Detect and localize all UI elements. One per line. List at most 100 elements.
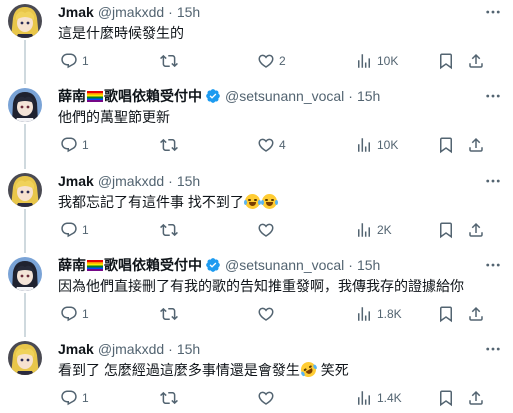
tweet-text: 看到了 怎麼經過這麼多事情還是會發生 笑死 [58,359,498,380]
reply-count: 1 [82,54,89,68]
like-button[interactable]: 4 [257,135,286,155]
timestamp[interactable]: 15h [357,255,380,275]
reply-icon [60,136,78,154]
action-bar: 1 4 10K [50,135,513,155]
tweet[interactable]: Jmak @jmakxdd · 15h 看到了 怎麼經過這麼多事情還是會發生 笑死 1 1.… [0,339,513,413]
avatar[interactable] [8,173,42,207]
reply-count: 1 [82,307,89,321]
like-icon [257,221,275,239]
reply-button[interactable]: 1 [60,51,89,71]
author-name: Jmak [58,173,94,189]
rainbow-flag-emoji [87,90,103,102]
author-name: Jmak [58,4,94,20]
share-button[interactable] [467,304,485,324]
share-icon [467,305,485,323]
share-icon [467,136,485,154]
like-icon [257,52,275,70]
timestamp[interactable]: 15h [177,339,200,359]
views-button[interactable]: 2K [355,220,392,240]
retweet-icon [160,221,178,239]
share-button[interactable] [467,388,485,408]
action-bar: 1 1.8K [50,304,513,324]
views-icon [355,305,373,323]
separator-dot: · [168,341,173,357]
retweet-icon [160,52,178,70]
bookmark-icon [437,52,455,70]
share-icon [467,52,485,70]
reply-icon [60,221,78,239]
reply-count: 1 [82,223,89,237]
views-button[interactable]: 1.8K [355,304,402,324]
share-button[interactable] [467,135,485,155]
avatar[interactable] [8,88,42,122]
share-button[interactable] [467,220,485,240]
views-button[interactable]: 10K [355,135,398,155]
reply-button[interactable]: 1 [60,135,89,155]
like-button[interactable] [257,304,275,324]
views-button[interactable]: 10K [355,51,398,71]
tweet-text: 他們的萬聖節更新 [58,108,498,127]
retweet-button[interactable] [160,304,178,324]
tweet-text-body: 他們的萬聖節更新 [58,109,170,125]
more-icon[interactable] [483,255,503,275]
bookmark-button[interactable] [437,388,455,408]
tweet-header: Jmak @jmakxdd · 15h [58,2,200,22]
reply-icon [60,305,78,323]
more-icon[interactable] [483,2,503,22]
retweet-button[interactable] [160,51,178,71]
views-count: 10K [377,54,399,68]
reply-button[interactable]: 1 [60,388,89,408]
avatar[interactable] [8,341,42,375]
verified-icon [205,88,221,104]
more-icon[interactable] [483,86,503,106]
retweet-button[interactable] [160,220,178,240]
views-icon [355,221,373,239]
bookmark-button[interactable] [437,304,455,324]
tweet-text-body: 這是什麼時候發生的 [58,25,184,41]
views-count: 2K [377,223,392,237]
more-icon[interactable] [483,339,503,359]
timestamp[interactable]: 15h [177,2,200,22]
like-button[interactable]: 2 [257,51,286,71]
reply-icon [60,52,78,70]
bookmark-icon [437,305,455,323]
author-handle: @setsunann_vocal [225,88,345,104]
tweet[interactable]: Jmak @jmakxdd · 15h 我都忘記了有這件事 找不到了 1 2K [0,171,513,251]
tweet-text-suffix: 笑死 [316,362,349,378]
avatar[interactable] [8,257,42,291]
tweet-text: 我都忘記了有這件事 找不到了 [58,193,498,212]
share-button[interactable] [467,51,485,71]
bookmark-button[interactable] [437,220,455,240]
tweet-header: 薛南 歌唱依賴受付中 @setsunann_vocal · 15h [58,86,380,106]
rolling-laughing-emoji [298,359,319,380]
avatar[interactable] [8,4,42,38]
like-button[interactable] [257,220,275,240]
retweet-button[interactable] [160,135,178,155]
timestamp[interactable]: 15h [357,86,380,106]
author-handle: @setsunann_vocal [225,257,345,273]
views-button[interactable]: 1.4K [355,388,402,408]
like-button[interactable] [257,388,275,408]
tweet[interactable]: 薛南 歌唱依賴受付中 @setsunann_vocal · 15h 他們的萬聖節更新 1 4 1… [0,86,513,166]
reply-button[interactable]: 1 [60,220,89,240]
like-icon [257,136,275,154]
author-handle: @jmakxdd [97,173,165,189]
views-count: 10K [377,138,399,152]
timestamp[interactable]: 15h [177,171,200,191]
views-icon [355,136,373,154]
separator-dot: · [168,173,173,189]
bookmark-icon [437,221,455,239]
tweet[interactable]: 薛南 歌唱依賴受付中 @setsunann_vocal · 15h 因為他們直接刪了有我的… [0,255,513,335]
separator-dot: · [348,257,353,273]
author-handle: @jmakxdd [97,4,165,20]
bookmark-icon [437,136,455,154]
tweet-text: 因為他們直接刪了有我的歌的告知推重發啊，我傳我存的證據給你 [58,277,498,296]
like-count: 2 [279,54,286,68]
bookmark-button[interactable] [437,135,455,155]
bookmark-button[interactable] [437,51,455,71]
more-icon[interactable] [483,171,503,191]
tweet[interactable]: Jmak @jmakxdd · 15h 這是什麼時候發生的 1 2 10K [0,2,513,82]
retweet-button[interactable] [160,388,178,408]
like-count: 4 [279,138,286,152]
reply-button[interactable]: 1 [60,304,89,324]
